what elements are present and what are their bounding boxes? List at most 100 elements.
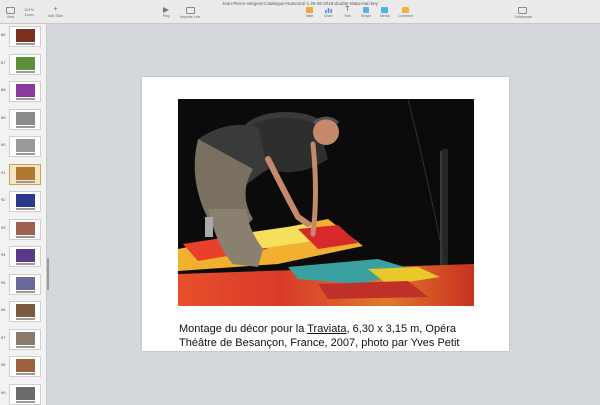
- slide-thumbnail-row[interactable]: 92: [0, 189, 46, 214]
- slide-thumbnail-row[interactable]: 88: [0, 79, 46, 104]
- slide-thumbnail-caption: [16, 153, 35, 155]
- slide-thumbnail-image: [16, 194, 35, 207]
- view-button[interactable]: View: [6, 7, 15, 19]
- table-icon: [305, 7, 313, 13]
- slide-thumbnail-caption: [16, 318, 35, 320]
- slide-thumbnail-image: [16, 276, 35, 290]
- slide-thumbnail-image: [16, 249, 35, 262]
- slide-thumbnail-row[interactable]: 93: [0, 217, 46, 242]
- slide-number: 87: [1, 59, 6, 65]
- comment-label: Comment: [398, 14, 414, 18]
- slide-thumbnail-caption: [16, 263, 35, 265]
- chart-icon: [324, 8, 332, 13]
- text-button[interactable]: T Text: [344, 6, 351, 18]
- slide-thumbnail-caption: [16, 400, 35, 403]
- slide-thumbnail[interactable]: [9, 26, 41, 47]
- slide-thumbnail-caption: [16, 98, 35, 100]
- collaborate-button[interactable]: Collaborate: [514, 7, 532, 19]
- slide-thumbnail[interactable]: [9, 53, 41, 75]
- zoom-label: Zoom: [24, 13, 34, 17]
- media-button[interactable]: Media: [380, 7, 390, 18]
- slide-number: 90: [1, 142, 6, 147]
- plus-icon: +: [53, 6, 58, 13]
- slide-thumbnail[interactable]: [9, 218, 41, 240]
- chart-label: Chart: [324, 14, 333, 18]
- slide-thumbnail-row[interactable]: 86: [0, 24, 46, 49]
- slide-canvas[interactable]: Montage du décor pour la Traviata, 6,30 …: [142, 77, 509, 351]
- slide-thumbnail[interactable]: [9, 356, 41, 377]
- slide-thumbnail[interactable]: [9, 81, 41, 102]
- slide-thumbnail-caption: [16, 208, 35, 210]
- slide-thumbnail-row[interactable]: 97: [0, 327, 46, 352]
- slide-photo[interactable]: [178, 99, 474, 306]
- slide-thumbnail-caption: [16, 70, 35, 73]
- sidebar-scrollbar[interactable]: [47, 258, 49, 290]
- toolbar: Jean-Pierre-Sergent-Catalogue-Raisonné-1…: [0, 0, 600, 24]
- slide-number: 95: [1, 279, 6, 285]
- zoom-button[interactable]: 101% Zoom: [24, 7, 34, 17]
- text-label: Text: [344, 14, 351, 18]
- slide-thumbnail[interactable]: [9, 301, 41, 322]
- slide-thumbnail[interactable]: [9, 108, 41, 130]
- collaborate-icon: [518, 7, 528, 14]
- add-slide-label: Add Slide: [48, 14, 63, 18]
- media-icon: [381, 7, 389, 13]
- table-button[interactable]: Table: [305, 7, 313, 18]
- slide-thumbnail[interactable]: [9, 246, 41, 267]
- caption-line-1: Montage du décor pour la Traviata, 6,30 …: [179, 323, 456, 335]
- chart-button[interactable]: Chart: [324, 7, 333, 18]
- window-title: Jean-Pierre-Sergent-Catalogue-Raisonné-1…: [222, 1, 378, 6]
- slide-thumbnail[interactable]: [9, 163, 41, 185]
- slide-thumbnail[interactable]: [9, 273, 41, 295]
- slide-thumbnail-image: [16, 331, 35, 345]
- slide-thumbnail-row[interactable]: 98: [0, 354, 46, 379]
- zoom-value: 101%: [24, 7, 35, 12]
- keynote-live-button[interactable]: Keynote Live: [180, 7, 200, 19]
- view-icon: [6, 7, 15, 14]
- play-button[interactable]: Play: [163, 7, 170, 18]
- shape-button[interactable]: Shape: [361, 7, 371, 18]
- slide-thumbnail-row[interactable]: 99: [0, 382, 46, 405]
- slide-thumbnail-image: [16, 166, 35, 180]
- media-label: Media: [380, 14, 390, 18]
- slide-navigator[interactable]: 86 87 88 89 90 91 92 93 94 95 96 97 98 99: [0, 24, 47, 405]
- comment-icon: [402, 7, 410, 13]
- keynote-live-label: Keynote Live: [180, 15, 201, 19]
- slide-number: 86: [1, 32, 6, 37]
- slide-thumbnail-row[interactable]: 87: [0, 52, 46, 77]
- slide-thumbnail-row[interactable]: 90: [0, 134, 46, 159]
- slide-thumbnail-row[interactable]: 91: [0, 162, 46, 187]
- slide-number: 89: [1, 114, 6, 120]
- slide-number: 93: [1, 224, 6, 230]
- stage-painting-photo: [178, 99, 474, 306]
- table-label: Table: [305, 14, 314, 18]
- slide-thumbnail[interactable]: [9, 191, 41, 212]
- slide-thumbnail[interactable]: [9, 328, 41, 350]
- shape-label: Shape: [361, 14, 372, 18]
- slide-thumbnail-row[interactable]: 94: [0, 244, 46, 269]
- slide-number: 91: [1, 169, 6, 175]
- slide-thumbnail-row[interactable]: 89: [0, 107, 46, 132]
- slide-number: 97: [1, 334, 6, 340]
- add-slide-button[interactable]: + Add Slide: [48, 6, 63, 18]
- slide-thumbnail-row[interactable]: 96: [0, 299, 46, 324]
- comment-button[interactable]: Comment: [398, 7, 413, 18]
- caption-line-2: Théâtre de Besançon, France, 2007, photo…: [179, 337, 460, 349]
- play-label: Play: [163, 14, 170, 18]
- play-icon: [163, 7, 170, 13]
- slide-thumbnail-image: [16, 139, 35, 152]
- collaborate-label: Collaborate: [514, 15, 532, 19]
- slide-number: 98: [1, 362, 6, 367]
- caption-title-traviata: Traviata: [307, 323, 347, 335]
- slide-thumbnail-image: [16, 221, 35, 235]
- slide-thumbnail-caption: [16, 290, 35, 293]
- slide-caption[interactable]: Montage du décor pour la Traviata, 6,30 …: [179, 322, 499, 350]
- slide-number: 92: [1, 197, 6, 202]
- slide-thumbnail[interactable]: [9, 136, 41, 157]
- slide-thumbnail[interactable]: [9, 383, 41, 405]
- slide-thumbnail-row[interactable]: 95: [0, 272, 46, 297]
- slide-thumbnail-image: [16, 84, 35, 97]
- slide-thumbnail-caption: [16, 345, 35, 348]
- slide-thumbnail-image: [16, 56, 35, 70]
- slide-number: 94: [1, 252, 6, 257]
